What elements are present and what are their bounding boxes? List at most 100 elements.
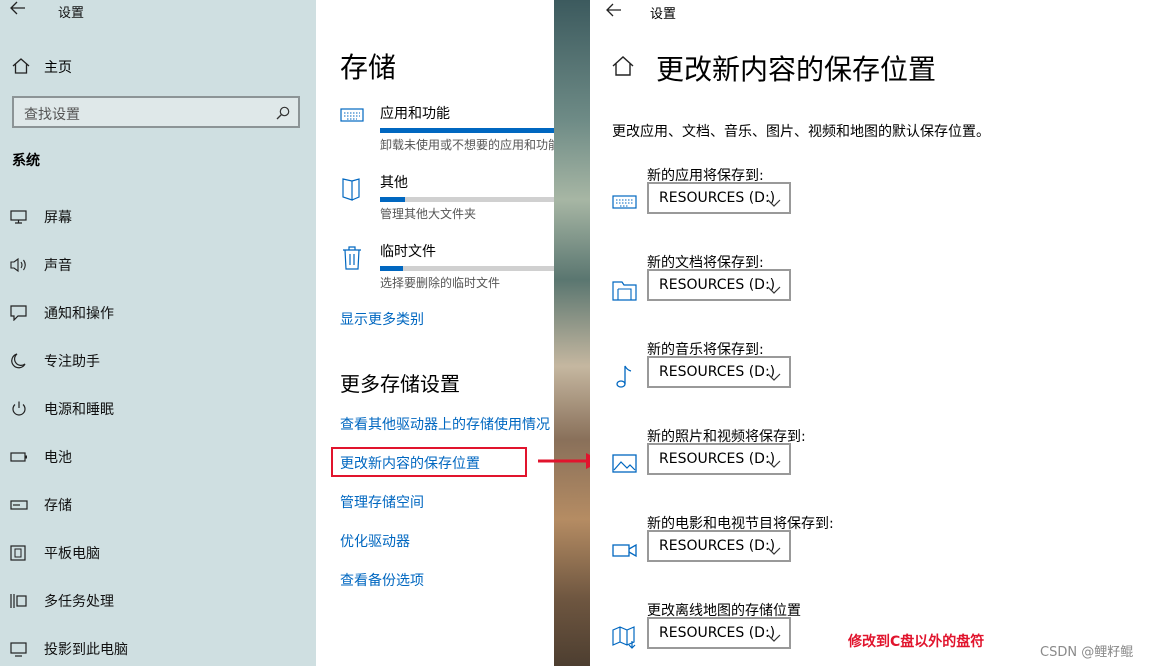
storage-page: 存储 应用和功能 卸载未使用或不想要的应用和功能 其他 管理其他大文件夹 临时文…	[316, 0, 554, 666]
usage-bar-fill	[380, 197, 406, 202]
nav-item-notifications[interactable]: 通知和操作	[0, 293, 316, 333]
tablet-icon	[10, 545, 28, 561]
nav-item-label: 电池	[44, 450, 72, 466]
drive-select-value: RESOURCES (D:)	[659, 277, 776, 293]
chevron-down-icon	[767, 454, 781, 473]
chevron-down-icon	[767, 280, 781, 299]
drive-select-photos-videos[interactable]: RESOURCES (D:)	[647, 443, 791, 475]
save-location-music: 新的音乐将保存到: RESOURCES (D:)	[590, 339, 1156, 426]
music-icon	[612, 363, 638, 389]
drive-select-value: RESOURCES (D:)	[659, 625, 776, 641]
drive-select-music[interactable]: RESOURCES (D:)	[647, 356, 791, 388]
nav-item-label: 存储	[44, 498, 72, 514]
chevron-down-icon	[767, 541, 781, 560]
nav-item-display[interactable]: 屏幕	[0, 197, 316, 237]
page-description: 更改应用、文档、音乐、图片、视频和地图的默认保存位置。	[612, 124, 990, 140]
change-save-location-page: 设置 更改新内容的保存位置 更改应用、文档、音乐、图片、视频和地图的默认保存位置…	[590, 0, 1156, 666]
documents-icon	[612, 276, 638, 302]
annotation-note: 修改到C盘以外的盘符	[848, 634, 985, 650]
category-desc: 卸载未使用或不想要的应用和功能	[380, 138, 554, 152]
home-icon	[12, 58, 30, 78]
drive-select-apps[interactable]: RESOURCES (D:)	[647, 182, 791, 214]
power-icon	[10, 401, 28, 417]
view-backup-options-link[interactable]: 查看备份选项	[340, 570, 424, 590]
show-more-categories-link[interactable]: 显示更多类别	[340, 309, 424, 329]
nav-item-label: 投影到此电脑	[44, 642, 128, 658]
nav-item-multitasking[interactable]: 多任务处理	[0, 581, 316, 621]
storage-icon	[10, 497, 28, 513]
category-name: 应用和功能	[380, 106, 450, 122]
drive-select-value: RESOURCES (D:)	[659, 451, 776, 467]
manage-storage-spaces-link[interactable]: 管理存储空间	[340, 492, 424, 512]
usage-bar-fill	[380, 128, 554, 133]
drive-select-documents[interactable]: RESOURCES (D:)	[647, 269, 791, 301]
page-title: 更改新内容的保存位置	[656, 53, 937, 86]
nav-item-project-to-pc[interactable]: 投影到此电脑	[0, 629, 316, 666]
nav-section-system: 系统	[12, 153, 40, 169]
view-other-drives-link[interactable]: 查看其他驱动器上的存储使用情况	[340, 414, 550, 434]
highlight-box	[331, 447, 527, 477]
nav-item-label: 电源和睡眠	[44, 402, 114, 418]
save-location-movies-tv: 新的电影和电视节目将保存到: RESOURCES (D:)	[590, 513, 1156, 600]
page-title: 存储	[340, 51, 397, 84]
speaker-icon	[10, 257, 28, 273]
nav-home-label: 主页	[44, 60, 72, 76]
display-icon	[10, 209, 28, 225]
chevron-down-icon	[767, 193, 781, 212]
storage-category-apps[interactable]: 应用和功能 卸载未使用或不想要的应用和功能	[316, 103, 554, 163]
nav-item-label: 多任务处理	[44, 594, 114, 610]
drive-select-value: RESOURCES (D:)	[659, 538, 776, 554]
settings-nav-pane: 设置 主页 查找设置 系统 屏幕 声音 通知和操作 专注助手 电源和睡眠 电池	[0, 0, 316, 666]
nav-item-battery[interactable]: 电池	[0, 437, 316, 477]
storage-category-temp[interactable]: 临时文件 选择要删除的临时文件	[316, 241, 554, 301]
usage-bar	[380, 197, 554, 202]
project-icon	[10, 641, 28, 657]
nav-item-power-sleep[interactable]: 电源和睡眠	[0, 389, 316, 429]
trash-icon	[340, 245, 364, 275]
nav-item-storage[interactable]: 存储	[0, 485, 316, 525]
chevron-down-icon	[767, 628, 781, 647]
watermark: CSDN @鲤籽鲲	[1040, 645, 1134, 660]
category-name: 临时文件	[380, 244, 436, 260]
nav-item-label: 声音	[44, 258, 72, 274]
category-desc: 选择要删除的临时文件	[380, 276, 501, 290]
multitask-icon	[10, 593, 28, 609]
nav-item-label: 平板电脑	[44, 546, 100, 562]
nav-item-label: 屏幕	[44, 210, 72, 226]
usage-bar	[380, 128, 554, 133]
map-icon	[612, 624, 638, 650]
window-title: 设置	[650, 7, 677, 22]
usage-bar	[380, 266, 554, 271]
optimize-drives-link[interactable]: 优化驱动器	[340, 531, 410, 551]
drive-select-value: RESOURCES (D:)	[659, 364, 776, 380]
moon-icon	[10, 353, 28, 369]
back-arrow-icon[interactable]	[10, 0, 30, 20]
nav-item-label: 通知和操作	[44, 306, 114, 322]
apps-icon	[612, 189, 638, 215]
nav-item-label: 专注助手	[44, 354, 100, 370]
category-name: 其他	[380, 175, 408, 191]
search-settings-input[interactable]: 查找设置	[12, 96, 300, 128]
search-icon[interactable]	[276, 105, 290, 124]
drive-select-offline-maps[interactable]: RESOURCES (D:)	[647, 617, 791, 649]
save-location-apps: 新的应用将保存到: RESOURCES (D:)	[590, 165, 1156, 252]
nav-item-sound[interactable]: 声音	[0, 245, 316, 285]
category-desc: 管理其他大文件夹	[380, 207, 477, 221]
folder-icon	[340, 176, 364, 206]
save-location-photos-videos: 新的照片和视频将保存到: RESOURCES (D:)	[590, 426, 1156, 513]
more-storage-settings-heading: 更多存储设置	[340, 372, 460, 396]
nav-item-focus-assist[interactable]: 专注助手	[0, 341, 316, 381]
storage-category-other[interactable]: 其他 管理其他大文件夹	[316, 172, 554, 232]
chevron-down-icon	[767, 367, 781, 386]
drive-select-movies-tv[interactable]: RESOURCES (D:)	[647, 530, 791, 562]
video-icon	[612, 537, 638, 563]
home-icon[interactable]	[612, 56, 634, 80]
desktop-wallpaper-strip	[554, 0, 590, 666]
photo-icon	[612, 450, 638, 476]
notification-icon	[10, 305, 28, 322]
back-arrow-icon[interactable]	[606, 2, 622, 21]
nav-home[interactable]: 主页	[0, 46, 316, 86]
search-placeholder: 查找设置	[24, 107, 80, 123]
drive-select-value: RESOURCES (D:)	[659, 190, 776, 206]
nav-item-tablet[interactable]: 平板电脑	[0, 533, 316, 573]
